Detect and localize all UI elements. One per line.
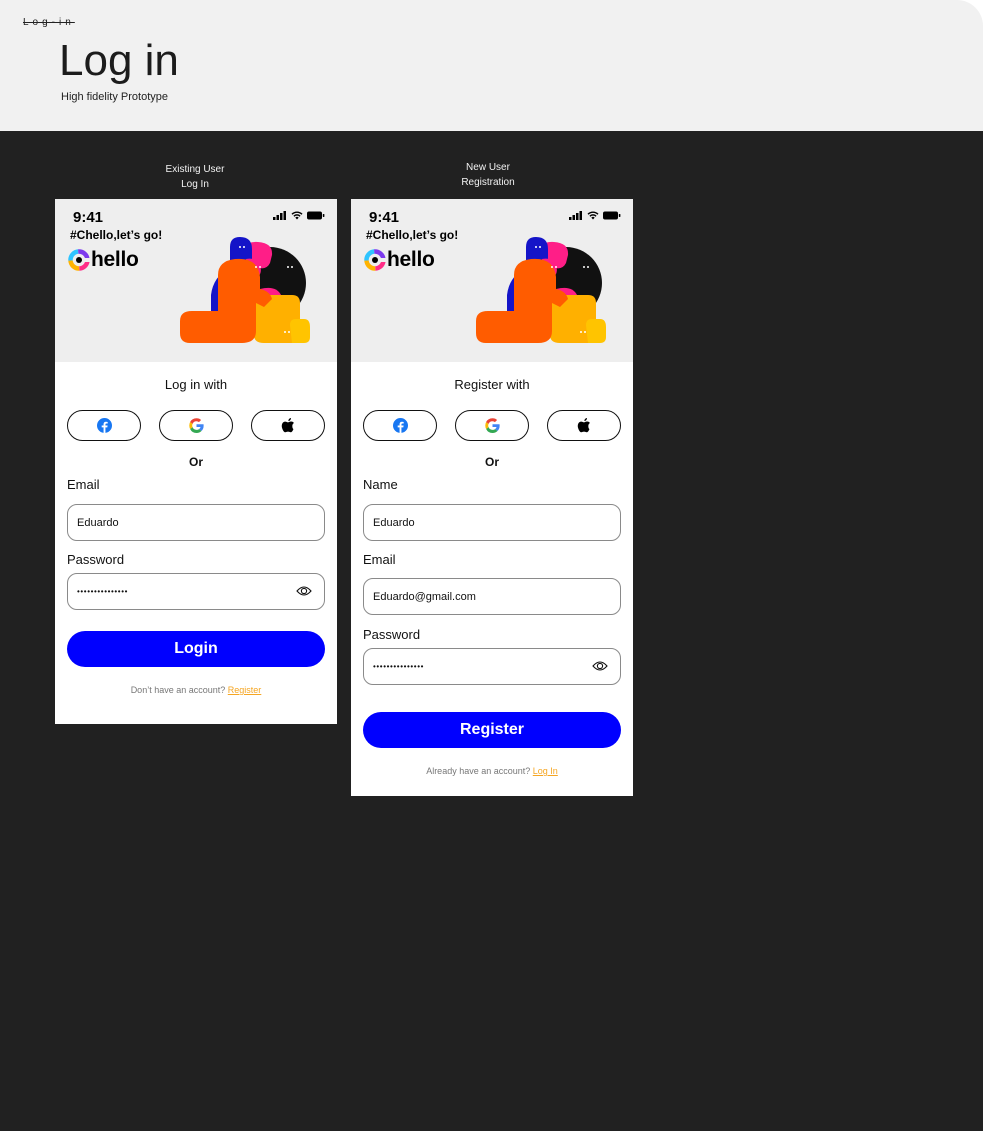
password-label: Password bbox=[67, 552, 125, 567]
register-prompt-text: Don’t have an account? bbox=[130, 685, 226, 695]
register-caption-line1: New User bbox=[466, 162, 510, 173]
email-label: Email bbox=[363, 552, 396, 567]
name-label: Name bbox=[363, 477, 398, 492]
breadcrumb: Log-in bbox=[23, 17, 75, 28]
wifi-icon bbox=[587, 211, 599, 220]
brand-name: hello bbox=[387, 248, 435, 271]
apple-register-button[interactable] bbox=[547, 410, 621, 441]
status-time: 9:41 bbox=[369, 209, 400, 226]
social-register-row bbox=[363, 410, 621, 441]
battery-icon bbox=[603, 211, 621, 220]
apple-icon bbox=[577, 418, 590, 433]
register-caption-line2: Registration bbox=[461, 177, 515, 188]
password-field[interactable]: ••••••••••••••• bbox=[67, 573, 325, 610]
signal-icon bbox=[273, 211, 286, 220]
wifi-icon bbox=[291, 211, 303, 220]
brand-logo: hello bbox=[364, 248, 435, 272]
status-icons bbox=[273, 211, 325, 220]
design-canvas: Existing User Log In New User Registrati… bbox=[0, 131, 983, 1131]
tagline: #Chello,let’s go! bbox=[70, 228, 163, 242]
name-field[interactable]: Eduardo bbox=[363, 504, 621, 541]
signal-icon bbox=[569, 211, 582, 220]
email-field[interactable]: Eduardo bbox=[67, 504, 325, 541]
password-value: ••••••••••••••• bbox=[77, 587, 129, 596]
brand-name: hello bbox=[91, 248, 139, 271]
google-login-button[interactable] bbox=[159, 410, 233, 441]
battery-icon bbox=[307, 211, 325, 220]
status-time: 9:41 bbox=[73, 209, 104, 226]
register-link[interactable]: Register bbox=[228, 685, 262, 695]
tagline: #Chello,let’s go! bbox=[366, 228, 459, 242]
login-caption-line2: Log In bbox=[181, 179, 209, 190]
page-title: Log in bbox=[59, 36, 179, 85]
apple-login-button[interactable] bbox=[251, 410, 325, 441]
login-with-heading: Log in with bbox=[164, 377, 228, 392]
or-divider: Or bbox=[188, 455, 203, 469]
email-label: Email bbox=[67, 477, 100, 492]
status-icons bbox=[569, 211, 621, 220]
chello-logo-icon bbox=[68, 249, 90, 271]
password-field[interactable]: ••••••••••••••• bbox=[363, 648, 621, 685]
chello-logo-icon bbox=[364, 249, 386, 271]
brand-logo: hello bbox=[68, 248, 139, 272]
email-value: Eduardo@gmail.com bbox=[373, 590, 476, 603]
password-label: Password bbox=[363, 627, 421, 642]
facebook-login-button[interactable] bbox=[67, 410, 141, 441]
login-hero: 9:41 #Chello,let’s go! hello bbox=[55, 199, 337, 362]
login-prompt: Already have an account? Log In bbox=[351, 766, 633, 776]
name-value: Eduardo bbox=[373, 516, 415, 529]
facebook-icon bbox=[96, 418, 112, 433]
apple-icon bbox=[281, 418, 294, 433]
eye-icon[interactable] bbox=[592, 659, 608, 673]
login-frame-caption: Existing User Log In bbox=[125, 162, 265, 192]
register-screen: 9:41 #Chello,let’s go! hello Register wi… bbox=[351, 199, 633, 796]
google-icon bbox=[188, 418, 204, 433]
login-button[interactable]: Login bbox=[67, 631, 325, 667]
password-value: ••••••••••••••• bbox=[373, 662, 425, 671]
register-prompt: Don’t have an account? Register bbox=[55, 685, 337, 695]
login-screen: 9:41 #Chello,let’s go! hello Log in with… bbox=[55, 199, 337, 724]
eye-icon[interactable] bbox=[296, 584, 312, 598]
login-prompt-text: Already have an account? bbox=[426, 766, 531, 776]
login-link[interactable]: Log In bbox=[533, 766, 558, 776]
mascot-illustration bbox=[476, 237, 606, 343]
register-with-heading: Register with bbox=[454, 377, 530, 392]
facebook-icon bbox=[392, 418, 408, 433]
email-field[interactable]: Eduardo@gmail.com bbox=[363, 578, 621, 615]
register-hero: 9:41 #Chello,let’s go! hello bbox=[351, 199, 633, 362]
page-header: Log-in Log in High fidelity Prototype bbox=[0, 0, 983, 131]
or-divider: Or bbox=[484, 455, 499, 469]
email-value: Eduardo bbox=[77, 516, 119, 529]
register-button[interactable]: Register bbox=[363, 712, 621, 748]
google-icon bbox=[484, 418, 500, 433]
social-login-row bbox=[67, 410, 325, 441]
page-subtitle: High fidelity Prototype bbox=[61, 91, 168, 103]
google-register-button[interactable] bbox=[455, 410, 529, 441]
mascot-illustration bbox=[180, 237, 310, 343]
register-frame-caption: New User Registration bbox=[418, 160, 558, 190]
facebook-register-button[interactable] bbox=[363, 410, 437, 441]
login-caption-line1: Existing User bbox=[165, 164, 225, 175]
